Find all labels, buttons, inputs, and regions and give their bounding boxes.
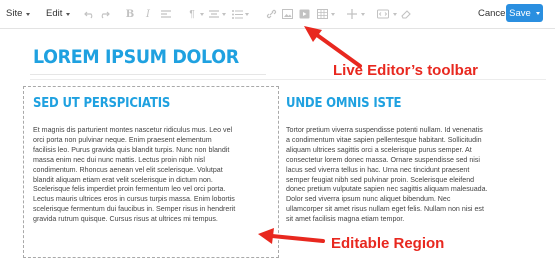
annotation-arrows xyxy=(258,26,362,244)
toolbar-arrow xyxy=(304,26,362,68)
region-arrow xyxy=(258,228,325,244)
